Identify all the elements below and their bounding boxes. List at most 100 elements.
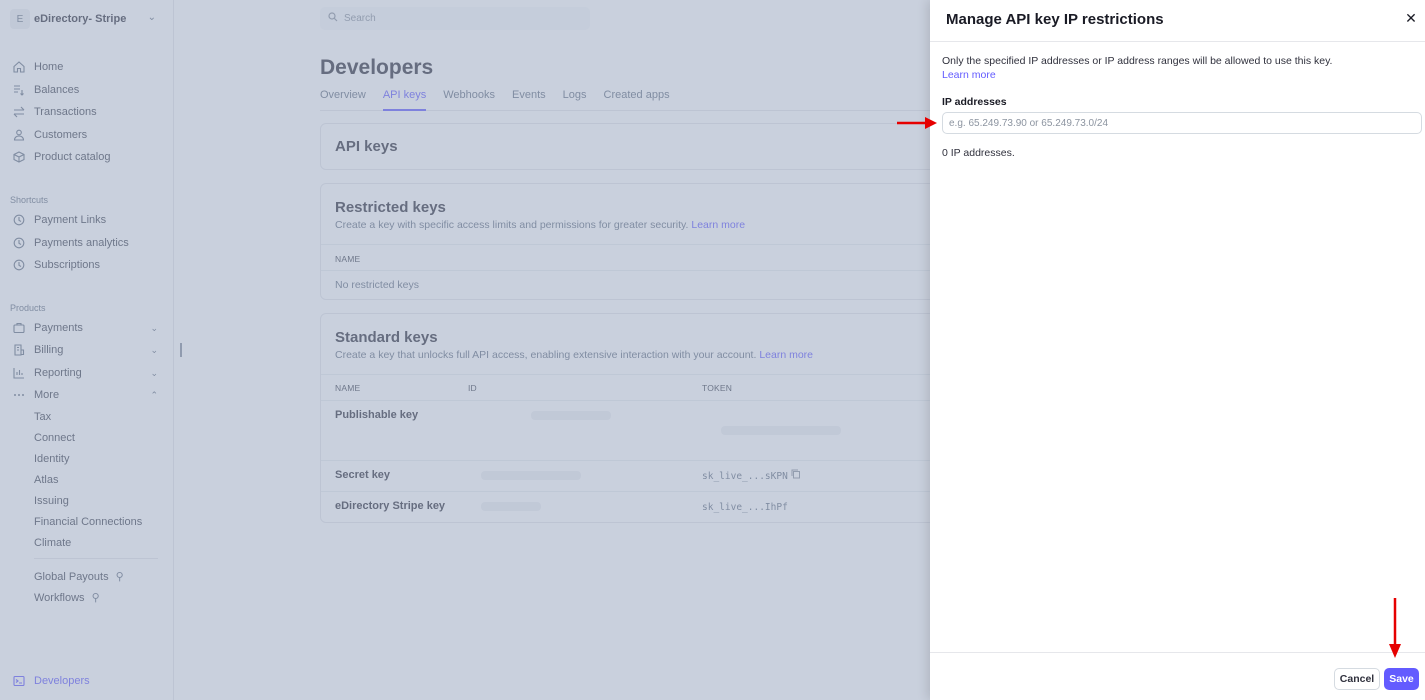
- divider: [321, 460, 939, 461]
- divider: [34, 558, 158, 559]
- description-text: Create a key that unlocks full API acces…: [335, 349, 757, 361]
- tab-api-keys[interactable]: API keys: [382, 89, 427, 111]
- account-switcher[interactable]: E eDirectory- Stripe ⌄: [10, 8, 162, 30]
- clock-icon: [12, 213, 26, 227]
- tab-bar: Overview API keys Webhooks Events Logs C…: [320, 89, 940, 111]
- sidebar-item-label: Product catalog: [34, 151, 111, 163]
- chevron-up-icon: ⌃: [150, 389, 158, 400]
- sidebar-item-label: Payment Links: [34, 214, 107, 226]
- tab-overview[interactable]: Overview: [320, 89, 366, 111]
- blurred-id: [481, 471, 581, 480]
- sidebar-subitem-issuing[interactable]: Issuing: [34, 495, 69, 507]
- key-name: eDirectory Stripe key: [335, 500, 446, 512]
- sidebar-item-more[interactable]: More ⌃: [12, 385, 162, 405]
- drawer-title: Manage API key IP restrictions: [946, 11, 1164, 28]
- sidebar-subitem-global-payouts[interactable]: Global Payouts ⚲: [34, 570, 124, 583]
- sidebar-item-label: Balances: [34, 84, 80, 96]
- drawer-description: Only the specified IP addresses or IP ad…: [942, 55, 1333, 67]
- save-button[interactable]: Save: [1384, 668, 1419, 690]
- reporting-icon: [12, 366, 26, 380]
- tab-webhooks[interactable]: Webhooks: [443, 89, 495, 111]
- page-title: Developers: [320, 56, 434, 79]
- empty-state: No restricted keys: [335, 279, 420, 291]
- billing-icon: [12, 343, 26, 357]
- blurred-token: [721, 426, 841, 435]
- cancel-button[interactable]: Cancel: [1334, 668, 1380, 690]
- sidebar-item-home[interactable]: Home: [12, 57, 162, 77]
- tab-logs[interactable]: Logs: [563, 89, 587, 111]
- sidebar-subitem-tax[interactable]: Tax: [34, 411, 51, 423]
- sidebar-item-reporting[interactable]: Reporting ⌄: [12, 363, 162, 383]
- learn-more-link[interactable]: Learn more: [942, 69, 996, 81]
- sidebar-item-label: Global Payouts: [34, 571, 109, 583]
- key-name: Publishable key: [335, 409, 419, 421]
- sidebar-item-label: Subscriptions: [34, 259, 101, 271]
- customers-icon: [12, 128, 26, 142]
- sidebar-item-label: Transactions: [34, 106, 97, 118]
- sidebar-item-payments-analytics[interactable]: Payments analytics: [12, 233, 162, 253]
- sidebar-item-customers[interactable]: Customers: [12, 125, 162, 145]
- account-name: eDirectory- Stripe: [34, 13, 127, 25]
- tab-events[interactable]: Events: [512, 89, 546, 111]
- tab-created-apps[interactable]: Created apps: [604, 89, 670, 111]
- search-bar[interactable]: Search: [320, 7, 590, 30]
- learn-more-link[interactable]: Learn more: [691, 219, 745, 231]
- sidebar-item-label: Payments: [34, 322, 83, 334]
- sidebar-subitem-workflows[interactable]: Workflows ⚲: [34, 591, 100, 604]
- divider: [321, 400, 939, 401]
- sidebar: E eDirectory- Stripe ⌄ Home Balances Tra…: [0, 0, 174, 700]
- sidebar-item-label: More: [34, 389, 60, 401]
- divider: [930, 652, 1425, 653]
- terminal-icon: [12, 674, 26, 688]
- card-title: Restricted keys: [335, 199, 446, 216]
- close-icon[interactable]: ✕: [1403, 10, 1419, 26]
- copy-icon[interactable]: [791, 469, 801, 482]
- sidebar-item-payments[interactable]: Payments ⌄: [12, 318, 162, 338]
- more-icon: [12, 388, 26, 402]
- sidebar-subitem-financial-connections[interactable]: Financial Connections: [34, 516, 142, 528]
- sidebar-item-developers[interactable]: Developers: [12, 671, 162, 691]
- chevron-down-icon: ⌄: [150, 367, 158, 378]
- divider: [321, 491, 939, 492]
- home-icon: [12, 60, 26, 74]
- learn-more-link[interactable]: Learn more: [759, 349, 813, 361]
- sidebar-item-label: Home: [34, 61, 64, 73]
- divider: [321, 244, 939, 245]
- payments-icon: [12, 321, 26, 335]
- transactions-icon: [12, 105, 26, 119]
- api-keys-card: API keys: [320, 123, 940, 170]
- ip-restrictions-drawer: Manage API key IP restrictions ✕ Only th…: [930, 0, 1425, 700]
- description-text: Create a key with specific access limits…: [335, 219, 689, 231]
- chevron-down-icon: ⌄: [147, 12, 156, 23]
- ip-address-input[interactable]: [942, 112, 1422, 134]
- blurred-id: [531, 411, 611, 420]
- sidebar-item-label: Workflows: [34, 592, 85, 604]
- sidebar-item-balances[interactable]: Balances: [12, 80, 162, 100]
- sidebar-subitem-climate[interactable]: Climate: [34, 537, 71, 549]
- sidebar-item-label: Developers: [34, 675, 90, 687]
- clock-icon: [12, 258, 26, 272]
- divider: [321, 374, 939, 375]
- sidebar-item-payment-links[interactable]: Payment Links: [12, 210, 162, 230]
- card-description: Create a key with specific access limits…: [335, 219, 745, 231]
- sidebar-subitem-connect[interactable]: Connect: [34, 432, 75, 444]
- flask-icon: ⚲: [115, 571, 124, 583]
- sidebar-subitem-identity[interactable]: Identity: [34, 453, 69, 465]
- card-title: API keys: [335, 138, 398, 155]
- clock-icon: [12, 236, 26, 250]
- key-token: sk_live_...sKPN: [702, 471, 788, 482]
- shortcuts-heading: Shortcuts: [10, 195, 49, 205]
- standard-keys-card: Standard keys Create a key that unlocks …: [320, 313, 940, 523]
- column-header-id: ID: [468, 383, 477, 393]
- sidebar-item-label: Billing: [34, 344, 64, 356]
- ip-addresses-label: IP addresses: [942, 96, 1007, 108]
- sidebar-item-transactions[interactable]: Transactions: [12, 102, 162, 122]
- sidebar-item-product-catalog[interactable]: Product catalog: [12, 147, 162, 167]
- sidebar-subitem-atlas[interactable]: Atlas: [34, 474, 58, 486]
- sidebar-item-label: Payments analytics: [34, 237, 129, 249]
- key-name: Secret key: [335, 469, 391, 481]
- chevron-down-icon: ⌄: [150, 344, 158, 355]
- flask-icon: ⚲: [91, 592, 100, 604]
- sidebar-item-billing[interactable]: Billing ⌄: [12, 340, 162, 360]
- sidebar-item-subscriptions[interactable]: Subscriptions: [12, 255, 162, 275]
